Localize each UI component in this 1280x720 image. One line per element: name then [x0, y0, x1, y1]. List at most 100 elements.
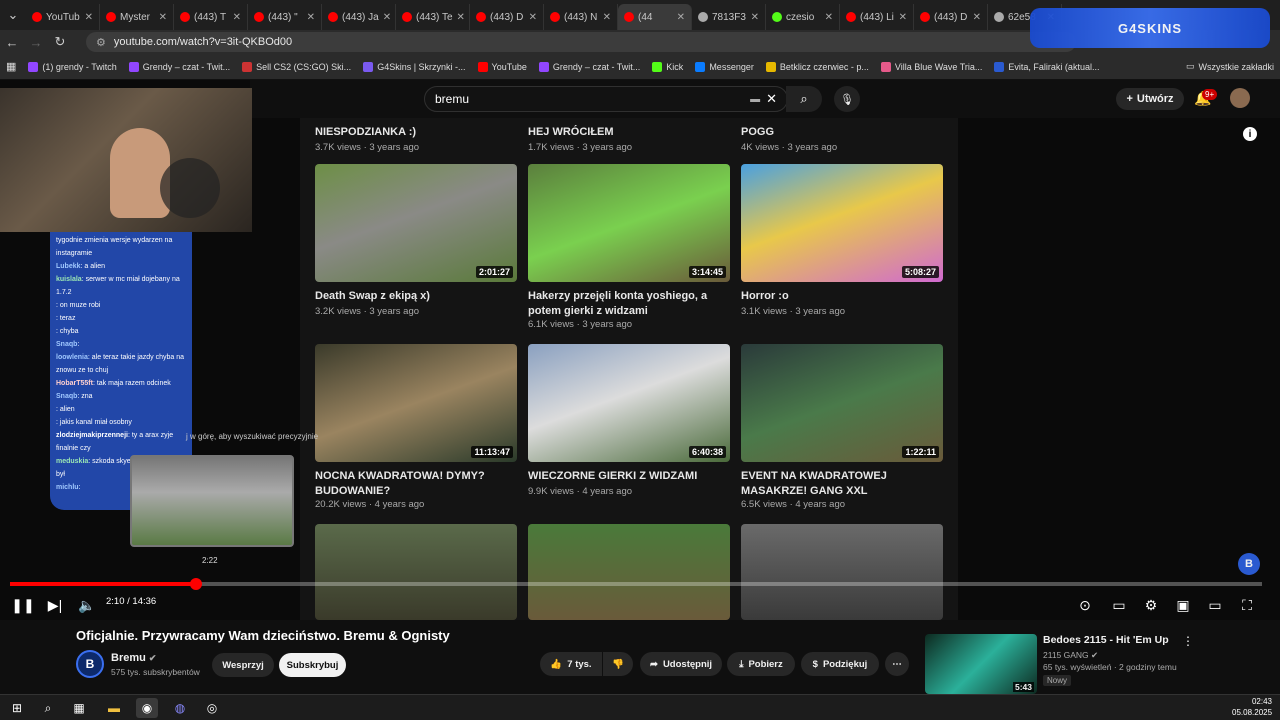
like-button[interactable]: 👍 7 tys.	[540, 652, 602, 676]
info-icon[interactable]: i	[1243, 127, 1257, 141]
video-title[interactable]: Horror :o	[741, 289, 946, 304]
chrome-icon[interactable]: ◉	[136, 698, 158, 718]
browser-tab[interactable]: (443) D ✕	[914, 4, 988, 30]
video-title[interactable]: NOCNA KWADRATOWA! DYMY? BUDOWANIE?	[315, 469, 520, 499]
clear-search-icon[interactable]: ✕	[766, 91, 777, 107]
bookmark-item[interactable]: Sell CS2 (CS:GO) Ski...	[236, 61, 357, 72]
bookmark-item[interactable]: Evita, Faliraki (aktual...	[988, 61, 1105, 72]
more-actions-icon[interactable]: ⋯	[885, 652, 909, 676]
bookmark-item[interactable]: Grendy – czat - Twit...	[123, 61, 236, 72]
video-thumbnail[interactable]: 6:40:38	[528, 344, 730, 462]
video-thumbnail[interactable]: 2:01:27	[315, 164, 517, 282]
next-video-channel[interactable]: 2115 GANG ✔	[1043, 650, 1098, 661]
video-thumbnail[interactable]: 3:14:45	[528, 164, 730, 282]
dislike-button[interactable]: 👎	[603, 652, 633, 676]
subscribe-button[interactable]: Subskrybuj	[279, 653, 346, 677]
account-avatar[interactable]	[1230, 88, 1250, 108]
kebab-menu-icon[interactable]: ⋮	[1182, 634, 1194, 648]
browser-tab[interactable]: (443) N ✕	[544, 4, 618, 30]
bookmark-item[interactable]: (1) grendy - Twitch	[22, 61, 122, 72]
browser-tab[interactable]: Myster ✕	[100, 4, 174, 30]
file-explorer-icon[interactable]: ▬	[103, 698, 125, 718]
browser-tab[interactable]: (443) D ✕	[470, 4, 544, 30]
search-icon[interactable]: ⌕	[37, 698, 59, 718]
video-title[interactable]: EVENT NA KWADRATOWEJ MASAKRZE! GANG XXL	[741, 469, 946, 499]
task-view-icon[interactable]: ▦	[68, 698, 90, 718]
tab-list-button[interactable]: ⌄	[0, 3, 26, 27]
video-title[interactable]: NIESPODZIANKA :)	[315, 125, 416, 140]
close-tab-icon[interactable]: ✕	[677, 12, 685, 23]
support-button[interactable]: Wesprzyj	[212, 653, 274, 677]
video-title[interactable]: Death Swap z ekipą x)	[315, 289, 520, 304]
autoplay-toggle[interactable]: ⊙	[1072, 594, 1098, 616]
browser-tab[interactable]: (443) Li ✕	[840, 4, 914, 30]
apps-icon[interactable]: ▦	[0, 60, 22, 73]
all-bookmarks[interactable]: ▭ Wszystkie zakładki	[1180, 61, 1280, 72]
windows-start-icon[interactable]: ⊞	[6, 698, 28, 718]
close-tab-icon[interactable]: ✕	[825, 12, 833, 23]
tab-label: YouTub	[46, 11, 80, 23]
close-tab-icon[interactable]: ✕	[159, 12, 167, 23]
close-tab-icon[interactable]: ✕	[457, 12, 465, 23]
create-button[interactable]: + Utwórz	[1116, 88, 1184, 110]
thanks-button[interactable]: $ Podziękuj	[801, 652, 879, 676]
close-tab-icon[interactable]: ✕	[233, 12, 241, 23]
close-tab-icon[interactable]: ✕	[603, 12, 611, 23]
microphone-icon[interactable]: 🎙	[834, 86, 860, 112]
bookmark-item[interactable]: Villa Blue Wave Tria...	[875, 61, 989, 72]
close-tab-icon[interactable]: ✕	[307, 12, 315, 23]
bookmark-item[interactable]: YouTube	[472, 61, 533, 72]
download-button[interactable]: ⤓ Pobierz	[727, 652, 795, 676]
yt-search-input[interactable]: bremu ▬ ✕	[424, 86, 788, 112]
forward-icon[interactable]: →	[24, 30, 48, 54]
pause-icon[interactable]: ❚❚	[11, 594, 34, 616]
channel-avatar[interactable]: B	[76, 650, 104, 678]
video-title[interactable]: Hakerzy przejęli konta yoshiego, a potem…	[528, 289, 733, 319]
video-title[interactable]: WIECZORNE GIERKI Z WIDZAMI	[528, 469, 733, 484]
volume-icon[interactable]: 🔈	[76, 594, 98, 616]
video-thumbnail[interactable]: 5:08:27	[741, 164, 943, 282]
close-tab-icon[interactable]: ✕	[973, 12, 981, 23]
browser-tab[interactable]: 7813F3 ✕	[692, 4, 766, 30]
next-icon[interactable]: ▶|	[44, 594, 66, 616]
bookmark-item[interactable]: Kick	[646, 61, 689, 72]
browser-tab[interactable]: (443) T ✕	[174, 4, 248, 30]
video-thumbnail[interactable]: 11:13:47	[315, 344, 517, 462]
close-tab-icon[interactable]: ✕	[85, 12, 93, 23]
video-thumbnail[interactable]: 1:22:11	[741, 344, 943, 462]
next-video-title[interactable]: Bedoes 2115 - Hit 'Em Up	[1043, 634, 1169, 646]
browser-tab[interactable]: (44 ✕	[618, 4, 692, 30]
url-field[interactable]: ⚙ youtube.com/watch?v=3it-QKBOd00	[86, 32, 1076, 52]
miniplayer-icon[interactable]: ▣	[1172, 594, 1194, 616]
settings-icon[interactable]: ⚙	[1140, 594, 1162, 616]
keyboard-icon[interactable]: ▬	[750, 94, 760, 105]
video-title[interactable]: POGG	[741, 125, 774, 140]
back-icon[interactable]: ←	[0, 30, 24, 54]
bookmark-item[interactable]: Grendy – czat - Twit...	[533, 61, 646, 72]
share-button[interactable]: ➦ Udostępnij	[640, 652, 722, 676]
subtitles-icon[interactable]: ▭	[1108, 594, 1130, 616]
bookmark-item[interactable]: Messenger	[689, 61, 760, 72]
close-tab-icon[interactable]: ✕	[899, 12, 907, 23]
discord-icon[interactable]: ◍	[169, 698, 191, 718]
reload-icon[interactable]: ↻	[48, 30, 72, 54]
search-icon[interactable]: ⌕	[786, 86, 822, 112]
close-tab-icon[interactable]: ✕	[529, 12, 537, 23]
browser-tab[interactable]: (443) Te ✕	[396, 4, 470, 30]
browser-tab[interactable]: (443) Ja ✕	[322, 4, 396, 30]
bookmark-item[interactable]: Betklicz czerwiec - p...	[760, 61, 875, 72]
theater-mode-icon[interactable]: ▭	[1204, 594, 1226, 616]
bookmark-label: Messenger	[709, 61, 754, 72]
close-tab-icon[interactable]: ✕	[751, 12, 759, 23]
channel-name[interactable]: Bremu ✔	[111, 652, 156, 664]
fullscreen-icon[interactable]: ⛶	[1236, 594, 1258, 616]
site-info-icon[interactable]: ⚙	[96, 36, 106, 49]
scrubber-handle[interactable]	[190, 578, 202, 590]
obs-icon[interactable]: ◎	[201, 698, 223, 718]
close-tab-icon[interactable]: ✕	[383, 12, 391, 23]
bookmark-item[interactable]: G4Skins | Skrzynki -...	[357, 61, 471, 72]
browser-tab[interactable]: YouTub ✕	[26, 4, 100, 30]
browser-tab[interactable]: czesio ✕	[766, 4, 840, 30]
browser-tab[interactable]: (443) " ✕	[248, 4, 322, 30]
video-title[interactable]: HEJ WRÓCIŁEM	[528, 125, 614, 140]
